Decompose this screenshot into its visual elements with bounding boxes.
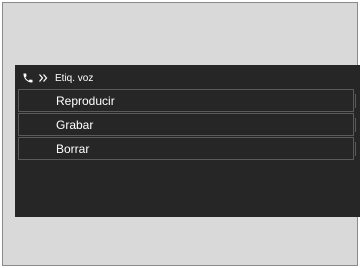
device-frame: Etiq. voz Reproducir Grabar Borrar: [2, 2, 360, 266]
phone-handset-icon: [21, 71, 35, 85]
voice-chevrons-icon: [37, 71, 51, 85]
item-edge: [355, 142, 356, 156]
display-screen: Etiq. voz Reproducir Grabar Borrar: [15, 65, 360, 217]
screen-header: Etiq. voz: [15, 69, 93, 87]
menu-item-label: Borrar: [56, 141, 90, 156]
voice-tag-menu: Reproducir Grabar Borrar: [18, 89, 356, 161]
item-edge: [355, 94, 356, 108]
menu-item-label: Reproducir: [56, 93, 115, 108]
menu-item-borrar[interactable]: Borrar: [18, 137, 356, 160]
menu-item-reproducir[interactable]: Reproducir: [18, 89, 356, 112]
menu-item-grabar[interactable]: Grabar: [18, 113, 356, 136]
item-edge: [355, 118, 356, 132]
screen-title: Etiq. voz: [55, 72, 94, 84]
menu-item-label: Grabar: [56, 117, 94, 132]
